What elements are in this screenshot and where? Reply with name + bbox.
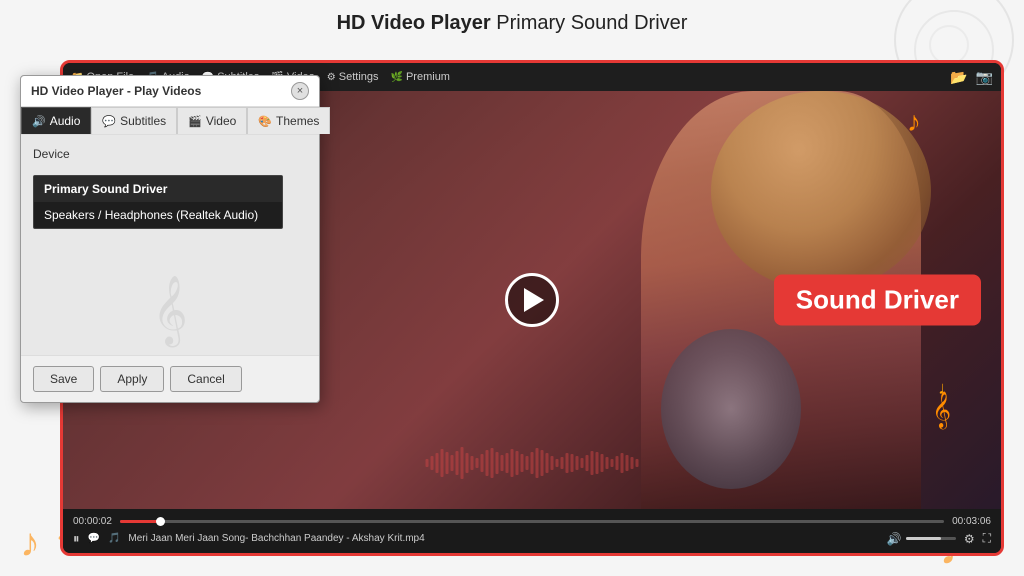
volume-icon[interactable]: 🔊	[887, 532, 902, 546]
volume-bar[interactable]	[906, 537, 956, 540]
tab-video[interactable]: 🎬 Video	[177, 107, 247, 134]
progress-thumb	[156, 517, 165, 526]
tab-audio[interactable]: 🔊 Audio	[21, 107, 91, 134]
video-music-note3-icon: ♩	[938, 378, 956, 399]
dialog-titlebar: HD Video Player - Play Videos ×	[21, 76, 319, 107]
device-label: Device	[33, 147, 307, 161]
apply-button[interactable]: Apply	[100, 366, 164, 392]
dialog-title: HD Video Player - Play Videos	[31, 84, 201, 98]
dropdown-option-speakers[interactable]: Speakers / Headphones (Realtek Audio)	[34, 202, 282, 228]
settings-ctrl-icon[interactable]: ⚙	[964, 532, 975, 546]
fullscreen-icon[interactable]: ⛶	[983, 531, 991, 546]
dialog-deco-note: 𝄞	[152, 275, 187, 345]
dialog-footer: Save Apply Cancel	[21, 355, 319, 402]
volume-fill	[906, 537, 941, 540]
cancel-button[interactable]: Cancel	[170, 366, 241, 392]
tab-video-icon: 🎬	[188, 115, 202, 128]
disco-ball	[661, 329, 801, 489]
tab-subtitles[interactable]: 💬 Subtitles	[91, 107, 177, 134]
toolbar-settings[interactable]: ⚙ Settings	[327, 71, 379, 83]
progress-row: 00:00:02 00:03:06	[73, 516, 991, 527]
toolbar-right-icons: 📂 📷	[950, 69, 993, 86]
screenshot-icon[interactable]: 📷	[976, 69, 993, 86]
toolbar-premium[interactable]: 🌿 Premium	[391, 71, 450, 83]
audio-device-dropdown[interactable]: Primary Sound Driver Speakers / Headphon…	[33, 175, 283, 229]
hair-overlay	[711, 91, 931, 291]
tab-subtitles-icon: 💬	[102, 115, 116, 128]
dropdown-option-primary[interactable]: Primary Sound Driver	[34, 176, 282, 202]
video-music-note1-icon: ♪	[907, 106, 921, 138]
controls-row: ⏸ 💬 🎵 Meri Jaan Meri Jaan Song- Bachchha…	[73, 531, 991, 547]
waveform	[426, 447, 639, 479]
captions-button[interactable]: 💬	[88, 533, 100, 544]
progress-fill	[120, 520, 161, 523]
save-button[interactable]: Save	[33, 366, 94, 392]
tab-themes[interactable]: 🎨 Themes	[247, 107, 330, 134]
dialog-close-button[interactable]: ×	[291, 82, 309, 100]
dialog-tabs: 🔊 Audio 💬 Subtitles 🎬 Video 🎨 Themes	[21, 107, 319, 135]
progress-bar[interactable]	[120, 520, 944, 523]
audio-settings-dialog: HD Video Player - Play Videos × 🔊 Audio …	[20, 75, 320, 403]
dialog-body: Device Primary Sound Driver Speakers / H…	[21, 135, 319, 355]
pause-button[interactable]: ⏸	[73, 531, 80, 547]
sound-driver-badge: Sound Driver	[774, 275, 981, 326]
audio-track-button[interactable]: 🎵	[108, 533, 120, 544]
tab-audio-icon: 🔊	[32, 115, 46, 128]
premium-icon: 🌿	[391, 72, 403, 83]
controls-bar: 00:00:02 00:03:06 ⏸ 💬 🎵 Meri Jaan Meri J…	[63, 509, 1001, 553]
folder-open-icon[interactable]: 📂	[950, 69, 967, 86]
bottom-left-music-note-icon: ♪	[20, 521, 40, 566]
time-end: 00:03:06	[952, 516, 991, 527]
tab-themes-icon: 🎨	[258, 115, 272, 128]
play-button[interactable]	[505, 273, 559, 327]
settings-icon: ⚙	[327, 72, 336, 83]
play-triangle-icon	[524, 288, 544, 312]
page-title: HD Video Player Primary Sound Driver	[0, 0, 1024, 43]
time-start: 00:00:02	[73, 516, 112, 527]
volume-area: 🔊	[887, 532, 956, 546]
file-name-label: Meri Jaan Meri Jaan Song- Bachchhan Paan…	[128, 533, 878, 544]
